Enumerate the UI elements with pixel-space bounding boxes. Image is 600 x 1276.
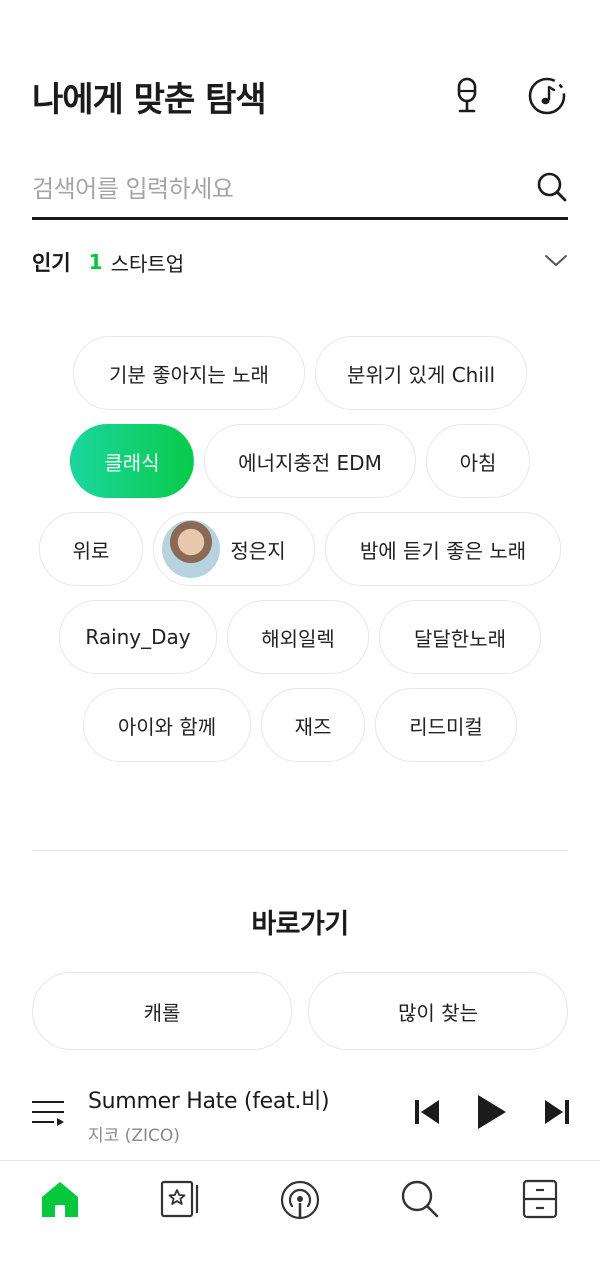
tag-chip[interactable]: 아이와 함께 xyxy=(83,688,251,762)
play-icon[interactable] xyxy=(476,1093,508,1135)
search-bar xyxy=(32,160,568,220)
tag-row: 위로 정은지 밤에 듣기 좋은 노래 xyxy=(0,512,600,586)
shortcut-list: 캐롤 많이 찾는 xyxy=(32,972,568,1050)
divider xyxy=(32,850,568,851)
podcast-icon[interactable] xyxy=(279,1179,321,1225)
search-icon[interactable] xyxy=(400,1179,440,1223)
tab-home[interactable] xyxy=(0,1179,120,1223)
tag-chip-selected[interactable]: 클래식 xyxy=(70,424,194,498)
next-icon[interactable] xyxy=(544,1098,570,1130)
tag-chip[interactable]: 달달한노래 xyxy=(379,600,541,674)
tag-row: 클래식 에너지충전 EDM 아침 xyxy=(0,424,600,498)
tag-chip[interactable]: Rainy_Day xyxy=(59,600,217,674)
tab-library[interactable] xyxy=(120,1179,240,1223)
tag-row: 아이와 함께 재즈 리드미컬 xyxy=(0,688,600,762)
now-playing[interactable]: Summer Hate (feat.비) 지코 (ZICO) xyxy=(88,1083,330,1146)
tag-row: 기분 좋아지는 노래 분위기 있게 Chill xyxy=(0,336,600,410)
header: 나에게 맞춘 탐색 xyxy=(32,70,568,122)
previous-icon[interactable] xyxy=(414,1098,440,1130)
tag-cloud: 기분 좋아지는 노래 분위기 있게 Chill 클래식 에너지충전 EDM 아침… xyxy=(0,336,600,776)
tag-chip[interactable]: 분위기 있게 Chill xyxy=(315,336,527,410)
tag-chip[interactable]: 밤에 듣기 좋은 노래 xyxy=(325,512,561,586)
popular-rank: 1 xyxy=(88,250,103,274)
bottom-tab-bar xyxy=(0,1160,600,1276)
tag-chip[interactable]: 기분 좋아지는 노래 xyxy=(73,336,305,410)
shortcut-carol-button[interactable]: 캐롤 xyxy=(32,972,292,1050)
tab-search[interactable] xyxy=(360,1179,480,1223)
shortcut-title: 바로가기 xyxy=(251,909,349,940)
tab-podcast[interactable] xyxy=(240,1179,360,1225)
artist-tag-label: 정은지 xyxy=(230,538,286,563)
search-input[interactable] xyxy=(32,174,536,203)
shortcut-popular-button[interactable]: 많이 찾는 xyxy=(308,972,568,1050)
tag-chip[interactable]: 아침 xyxy=(426,424,530,498)
tag-chip[interactable]: 재즈 xyxy=(261,688,365,762)
popular-keyword[interactable]: 스타트업 xyxy=(111,248,185,277)
popular-keyword-bar[interactable]: 인기 1 스타트업 xyxy=(32,242,568,282)
song-artist: 지코 (ZICO) xyxy=(88,1125,180,1146)
tab-storage[interactable] xyxy=(480,1179,600,1223)
library-icon[interactable] xyxy=(160,1179,200,1223)
tag-chip[interactable]: 해외일렉 xyxy=(227,600,369,674)
home-icon[interactable] xyxy=(39,1179,81,1223)
tag-chip[interactable]: 위로 xyxy=(39,512,143,586)
microphone-icon[interactable] xyxy=(446,75,488,117)
avatar xyxy=(162,520,221,578)
mini-player[interactable]: Summer Hate (feat.비) 지코 (ZICO) xyxy=(0,1068,600,1160)
song-title: Summer Hate (feat.비) xyxy=(88,1088,330,1114)
header-actions xyxy=(446,75,568,117)
search-icon[interactable] xyxy=(536,171,568,207)
music-recognition-icon[interactable] xyxy=(526,75,568,117)
tag-chip[interactable]: 리드미컬 xyxy=(375,688,517,762)
tag-row: Rainy_Day 해외일렉 달달한노래 xyxy=(0,600,600,674)
popular-label: 인기 xyxy=(32,251,71,275)
player-controls xyxy=(414,1093,570,1135)
chevron-down-icon[interactable] xyxy=(544,253,568,272)
tag-chip[interactable]: 에너지충전 EDM xyxy=(204,424,416,498)
playlist-icon[interactable] xyxy=(30,1096,66,1132)
page-title: 나에게 맞춘 탐색 xyxy=(32,79,267,120)
artist-tag-chip[interactable]: 정은지 xyxy=(153,512,315,586)
storage-icon[interactable] xyxy=(522,1179,558,1223)
